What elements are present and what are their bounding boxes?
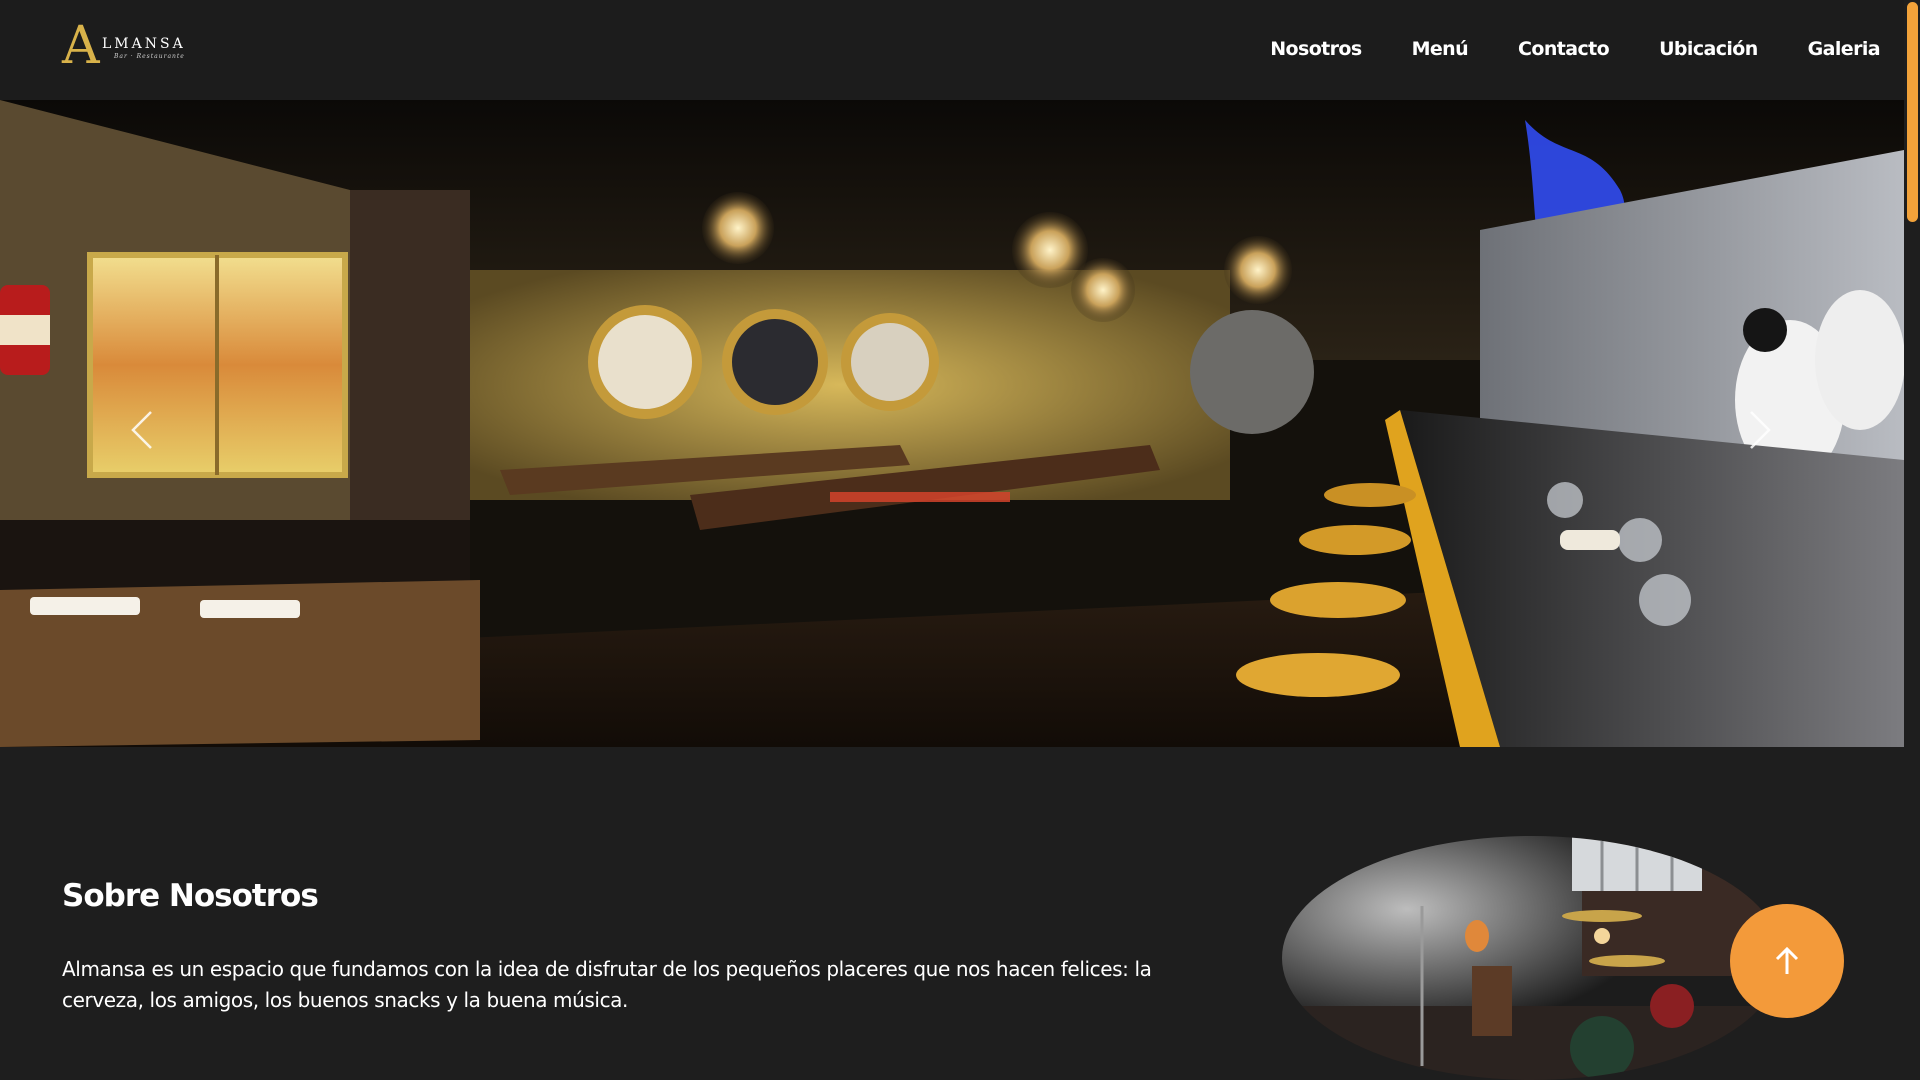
about-image	[1282, 836, 1782, 1080]
hero-carousel	[0, 100, 1904, 747]
arrow-up-icon	[1775, 946, 1799, 974]
chevron-right-icon	[1750, 411, 1771, 449]
page-scrollbar[interactable]	[1904, 0, 1920, 1080]
main-nav: Nosotros Menú Contacto Ubicación Galeria	[1270, 38, 1880, 60]
about-title: Sobre Nosotros	[62, 878, 319, 914]
logo-letter: A	[62, 16, 100, 76]
carousel-next-button[interactable]	[1730, 400, 1790, 460]
carousel-prev-button[interactable]	[112, 400, 172, 460]
nav-item-ubicacion[interactable]: Ubicación	[1659, 38, 1758, 60]
hero-image	[0, 100, 1904, 747]
chevron-left-icon	[131, 411, 152, 449]
site-logo[interactable]: A LMANSA Bar · Restaurante	[62, 20, 192, 76]
nav-item-contacto[interactable]: Contacto	[1518, 38, 1610, 60]
about-text: Almansa es un espacio que fundamos con l…	[62, 957, 1152, 1012]
stage-photo	[1282, 836, 1782, 1080]
nav-item-nosotros[interactable]: Nosotros	[1270, 38, 1362, 60]
logo-tagline: Bar · Restaurante	[114, 53, 185, 60]
logo-word: LMANSA	[102, 36, 186, 52]
nav-item-menu[interactable]: Menú	[1412, 38, 1469, 60]
back-to-top-button[interactable]	[1730, 904, 1844, 1018]
nav-item-galeria[interactable]: Galeria	[1808, 38, 1881, 60]
scrollbar-thumb[interactable]	[1907, 2, 1918, 222]
site-header: A LMANSA Bar · Restaurante Nosotros Menú…	[0, 0, 1904, 100]
page: A LMANSA Bar · Restaurante Nosotros Menú…	[0, 0, 1920, 1080]
